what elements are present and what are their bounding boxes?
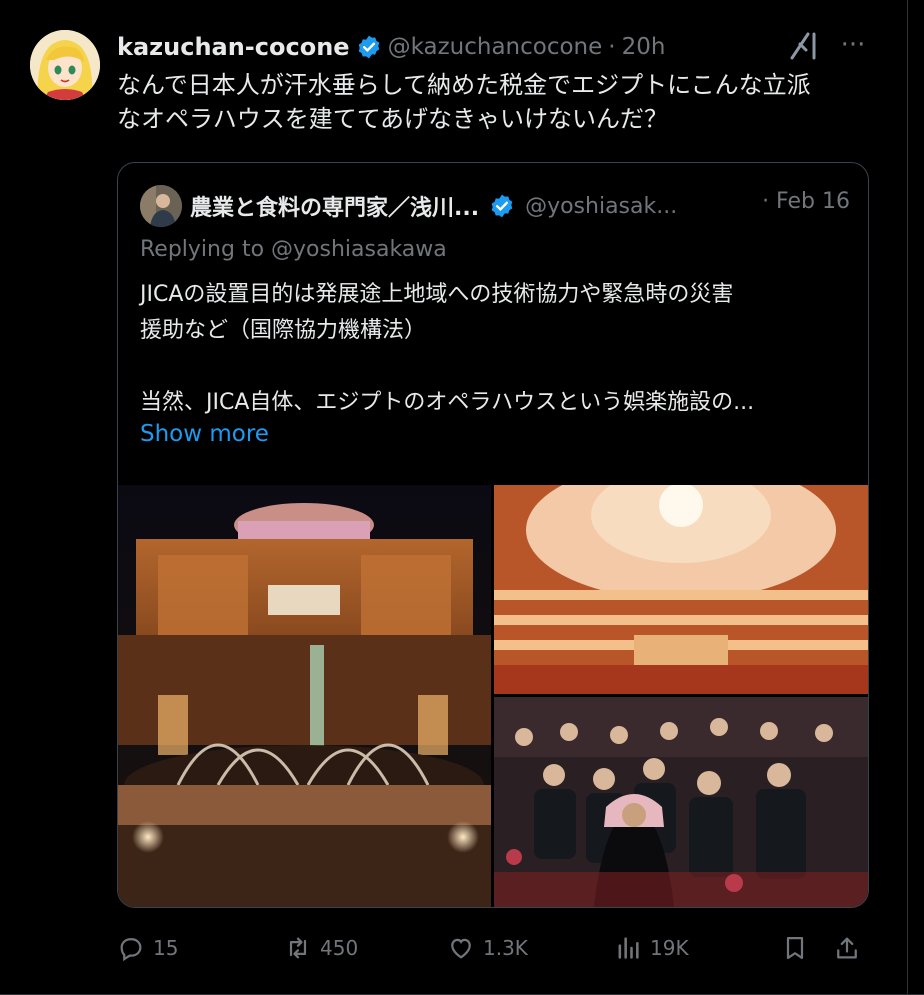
verified-badge-icon xyxy=(358,35,379,59)
separator: · xyxy=(608,34,616,60)
like-icon xyxy=(451,938,471,959)
media-image-opera-hall-interior[interactable] xyxy=(494,485,868,694)
quote-text-line: 当然、JICA自体、エジプトのオペラハウスという娯楽施設の... xyxy=(140,390,755,415)
quote-avatar[interactable] xyxy=(140,185,182,227)
reply-count: 15 xyxy=(153,936,179,960)
share-button[interactable] xyxy=(833,926,869,970)
display-name[interactable]: kazuchan-cocone xyxy=(117,33,350,61)
repost-button[interactable]: 450 xyxy=(284,926,358,970)
repost-count: 450 xyxy=(320,936,359,960)
quote-date[interactable]: · Feb 16 xyxy=(762,189,850,214)
tweet-text-line: なオペラハウスを建ててあげなきゃいけないんだ？ xyxy=(117,105,669,133)
tweet-text-line: なんで日本人が汗水垂らして納めた税金でエジプトにこんな立派 xyxy=(117,71,811,99)
tweet-header: kazuchan-cocone @kazuchancocone · 20h xyxy=(117,30,897,64)
repost-icon xyxy=(289,937,307,959)
quote-header: 農業と食料の専門家／浅川... @yoshiasak... xyxy=(190,187,850,225)
quote-display-name[interactable]: 農業と食料の専門家／浅川... xyxy=(190,190,479,222)
like-count: 1.3K xyxy=(483,936,528,960)
reply-button[interactable]: 15 xyxy=(117,926,178,970)
share-icon xyxy=(837,937,857,959)
views-icon xyxy=(618,937,639,959)
quote-text-line: JICAの設置目的は発展途上地域への技術協力や緊急時の災害 xyxy=(140,282,734,307)
quoted-tweet[interactable]: 農業と食料の専門家／浅川... @yoshiasak... · Feb 16 R… xyxy=(117,162,869,908)
bookmark-icon xyxy=(786,936,804,960)
handle[interactable]: @kazuchancocone xyxy=(388,34,603,60)
more-icon[interactable]: ··· xyxy=(836,30,870,62)
quote-handle[interactable]: @yoshiasak... xyxy=(525,194,677,219)
tweet[interactable]: kazuchan-cocone @kazuchancocone · 20h ··… xyxy=(0,0,924,995)
media-image-opera-house-exterior[interactable] xyxy=(118,485,491,907)
reply-icon xyxy=(120,938,142,962)
media-grid xyxy=(118,485,868,907)
tweet-text: なんで日本人が汗水垂らして納めた税金でエジプトにこんな立派 なオペラハウスを建て… xyxy=(117,68,877,136)
verified-badge-icon xyxy=(491,194,513,218)
bookmark-button[interactable] xyxy=(781,926,817,970)
media-image-audience[interactable] xyxy=(494,697,868,907)
views-button[interactable]: 19K xyxy=(614,926,689,970)
like-button[interactable]: 1.3K xyxy=(447,926,528,970)
grok-icon[interactable] xyxy=(788,30,822,62)
views-count: 19K xyxy=(650,936,689,960)
show-more-link[interactable]: Show more xyxy=(140,421,269,447)
quote-text-line: 援助など（国際協力機構法） xyxy=(140,318,427,343)
divider xyxy=(907,0,908,995)
action-bar: 15 450 1.3K 19K xyxy=(117,926,877,970)
avatar[interactable] xyxy=(30,30,100,100)
quote-text: JICAの設置目的は発展途上地域への技術協力や緊急時の災害 援助など（国際協力機… xyxy=(140,277,860,421)
replying-to: Replying to @yoshiasakawa xyxy=(140,237,447,262)
timestamp[interactable]: 20h xyxy=(622,34,666,60)
